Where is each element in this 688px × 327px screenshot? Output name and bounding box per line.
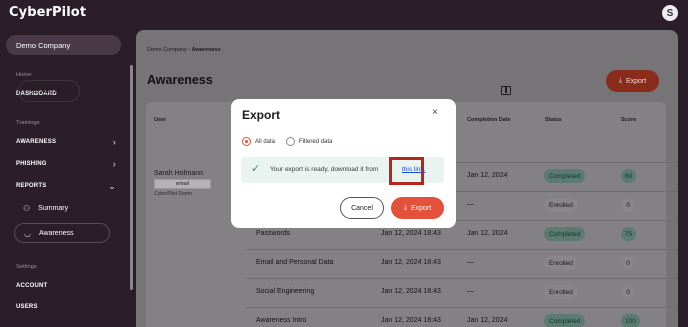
sidebar-item-label: PHISHING (16, 161, 47, 167)
completion-date: Jan 12, 2024 (467, 172, 508, 179)
sidebar-item-phishing[interactable]: PHISHING › (16, 158, 116, 170)
dialog-title: Export (242, 108, 281, 122)
enrolled-date: Jan 12, 2024 18:43 (381, 259, 441, 266)
page-title: Awareness (147, 73, 213, 87)
brand-logo: CyberPilot (9, 5, 87, 20)
radio-selected-icon (242, 137, 251, 146)
status-badge: Enrolled (544, 285, 578, 299)
download-icon: ⤓ (618, 77, 622, 84)
check-icon: ✓ (251, 163, 261, 175)
highlight-annotation (389, 157, 424, 185)
cancel-button[interactable]: Cancel (340, 197, 384, 219)
score-badge: 60 (621, 169, 637, 183)
score-badge: 75 (621, 227, 637, 241)
status-badge: Enrolled (544, 256, 578, 270)
sidebar-item-account[interactable]: ACCOUNT (16, 280, 116, 292)
user-name: Sarah Hofmann (154, 170, 204, 177)
score-badge: 100 (621, 314, 640, 327)
score-badge: 0 (621, 285, 635, 299)
radio-all-data[interactable]: All data (242, 137, 275, 146)
training-name: Email and Personal Data (256, 259, 334, 266)
breadcrumb: Demo Company › Awareness (147, 47, 221, 53)
company-switcher[interactable]: Demo Company (6, 35, 121, 55)
enrolled-date: Jan 12, 2024 18:43 (381, 317, 441, 324)
sidebar-item-users[interactable]: USERS (16, 301, 116, 313)
user-cell: Sarah Hofmann email CyberPilot Demo (154, 170, 211, 197)
completion-date: — (467, 288, 474, 295)
status-badge: Enrolled (544, 198, 578, 212)
training-name: Awareness Intro (256, 317, 307, 324)
radio-filtered-data[interactable]: Filtered data (286, 137, 332, 146)
sidebar-item-summary[interactable]: ⚇ Summary (14, 198, 110, 218)
sidebar-item-label: AWARENESS (16, 139, 57, 145)
column-header-user[interactable]: User (154, 117, 166, 123)
table-row[interactable]: Email and Personal Data Jan 12, 2024 18:… (246, 249, 678, 278)
chevron-right-icon: › (112, 159, 116, 169)
table-row[interactable]: Awareness Intro Jan 12, 2024 18:43 Jan 1… (246, 307, 678, 327)
column-header-score[interactable]: Score (621, 117, 636, 123)
section-trainings: Trainings (16, 120, 40, 126)
filter-icon: ☰ (31, 88, 38, 95)
radio-label: All data (255, 138, 276, 145)
user-email-redacted: email (154, 179, 211, 189)
awareness-icon: ◡ (24, 228, 31, 238)
completion-date: Jan 12, 2024 (467, 317, 508, 324)
radio-unselected-icon (286, 137, 295, 146)
close-icon[interactable]: × (432, 107, 438, 118)
section-home: Home (16, 72, 32, 78)
section-settings: Settings (16, 264, 37, 270)
breadcrumb-root[interactable]: Demo Company (147, 47, 187, 53)
chevron-right-icon: › (112, 137, 116, 147)
status-badge: Completed (544, 227, 586, 241)
dialog-export-button[interactable]: ⤓ Export (391, 197, 444, 219)
sidebar-item-label: USERS (16, 304, 38, 310)
completion-date: — (467, 259, 474, 266)
status-badge: Completed (544, 169, 586, 183)
enrolled-date: Jan 12, 2024 18:43 (381, 288, 441, 295)
sidebar-item-awareness-report[interactable]: ◡ Awareness (14, 223, 110, 243)
status-badge: Completed (544, 314, 586, 327)
enrolled-date: Jan 12, 2024 18:43 (381, 230, 441, 237)
completion-date: Jan 12, 2024 (467, 230, 508, 237)
add-filter-button[interactable]: ☰ Add filter (18, 80, 80, 102)
export-button-label: Export (625, 77, 647, 85)
column-header-completion[interactable]: Completion Date (467, 117, 511, 123)
breadcrumb-current: Awareness (191, 47, 221, 53)
columns-icon[interactable] (501, 86, 511, 95)
sidebar-item-label: Awareness (38, 229, 74, 237)
download-icon: ⤓ (403, 204, 407, 211)
radio-label: Filtered data (299, 138, 333, 145)
breadcrumb-separator: › (188, 47, 191, 53)
export-button-label: Export (410, 204, 432, 212)
sidebar-item-awareness[interactable]: AWARENESS › (16, 136, 116, 148)
completion-date: — (467, 201, 474, 208)
alert-message: Your export is ready, download it from (270, 166, 379, 173)
add-filter-label: Add filter (41, 87, 67, 95)
table-row[interactable]: Social Engineering Jan 12, 2024 18:43 — … (246, 278, 678, 307)
sidebar-item-label: Summary (38, 204, 69, 212)
user-avatar[interactable]: S (662, 5, 678, 21)
chevron-down-icon: ⌄ (108, 180, 116, 191)
training-name: Social Engineering (256, 288, 315, 295)
summary-icon: ⚇ (23, 203, 31, 213)
score-badge: 0 (621, 198, 635, 212)
score-badge: 0 (621, 256, 635, 270)
column-header-status[interactable]: Status (545, 117, 562, 123)
sidebar-item-label: REPORTS (16, 183, 47, 189)
sidebar-scrollbar[interactable] (130, 65, 133, 290)
user-company: CyberPilot Demo (154, 191, 192, 197)
sidebar-item-reports[interactable]: REPORTS ⌄ (16, 180, 116, 192)
sidebar-item-label: ACCOUNT (16, 283, 48, 289)
training-name: Passwords (256, 230, 291, 237)
export-button[interactable]: ⤓ Export (606, 70, 659, 92)
